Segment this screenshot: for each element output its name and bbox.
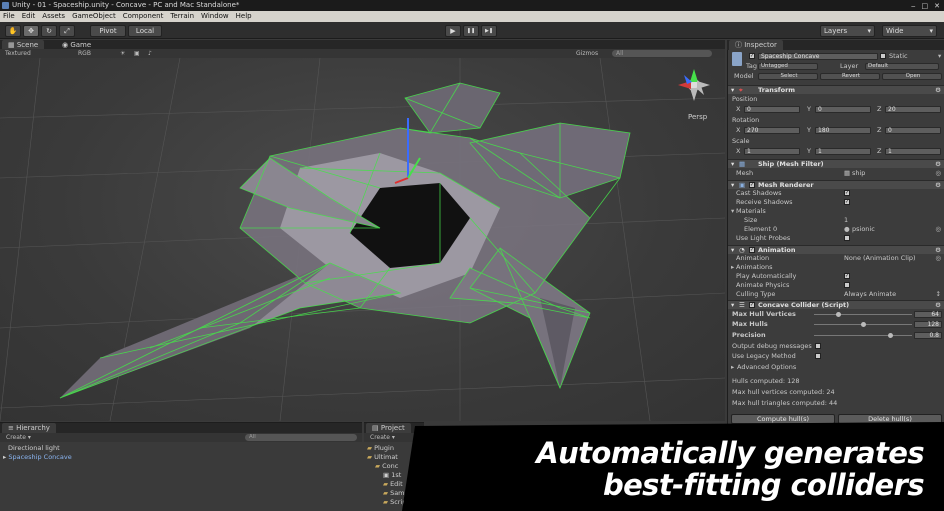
banner-line-1: Automatically generates bbox=[536, 436, 924, 470]
banner-shape bbox=[402, 422, 944, 511]
banner-line-2: best-fitting colliders bbox=[602, 468, 925, 502]
